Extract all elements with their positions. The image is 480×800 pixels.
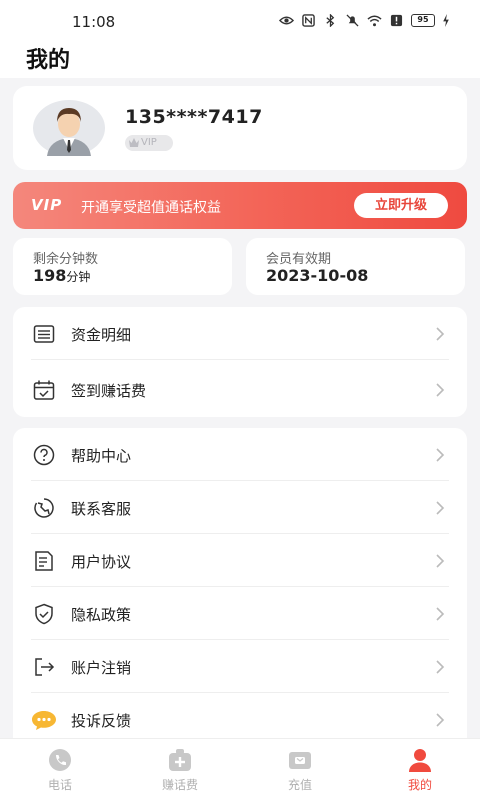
crown-icon [129,138,139,147]
vip-badge: VIP [125,135,173,151]
menu-item-privacy-policy[interactable]: 隐私政策 [13,587,467,640]
tab-label: 我的 [407,778,432,792]
profile-card[interactable]: 135****7417 VIP [13,86,467,170]
wifi-icon [367,15,382,27]
vip-logo: VIP [31,196,63,214]
logout-icon [35,658,55,676]
menu-label: 投诉反馈 [71,712,132,730]
minutes-unit: 分钟 [66,270,91,284]
minutes-card: 剩余分钟数 198分钟 [13,238,232,295]
menu-item-checkin[interactable]: 签到赚话费 [13,363,467,416]
wallet-icon [289,752,311,769]
menu-label: 资金明细 [71,326,132,344]
chevron-right-icon [436,448,445,462]
mute-icon [346,14,359,27]
alert-icon [390,14,403,27]
bag-icon [169,749,191,771]
tab-phone[interactable]: 电话 [0,739,120,800]
document-icon [35,551,53,571]
minutes-label: 剩余分钟数 [33,252,99,267]
status-time: 11:08 [72,13,116,31]
chevron-right-icon [436,501,445,515]
tab-earn[interactable]: 赚话费 [120,739,240,800]
vip-banner-text: 开通享受超值通话权益 [81,200,221,216]
upgrade-button[interactable]: 立即升级 [354,193,448,218]
vip-badge-label: VIP [141,137,157,148]
ledger-icon [33,325,55,343]
customer-service-icon [34,498,54,518]
tab-mine[interactable]: 我的 [360,739,480,800]
menu-group-finance: 资金明细 签到赚话费 [13,307,467,417]
minutes-value-line: 198分钟 [33,266,90,285]
charging-icon [443,14,449,27]
chevron-right-icon [436,554,445,568]
menu-label: 账户注销 [71,659,132,677]
menu-item-user-agreement[interactable]: 用户协议 [13,534,467,587]
user-icon [409,749,431,772]
chevron-right-icon [436,607,445,621]
menu-item-help-center[interactable]: 帮助中心 [13,428,467,481]
status-bar: 11:08 95 [0,0,480,42]
tab-label: 电话 [47,778,72,792]
tab-recharge[interactable]: 充值 [240,739,360,800]
menu-group-support: 帮助中心 联系客服 用户协议 隐私政策 账户注销 投诉反馈 [13,428,467,758]
menu-label: 隐私政策 [71,606,132,624]
chevron-right-icon [436,327,445,341]
tab-label: 赚话费 [161,778,198,792]
expiry-value: 2023-10-08 [266,266,369,285]
menu-item-account-deletion[interactable]: 账户注销 [13,640,467,693]
shield-icon [35,603,53,625]
chevron-right-icon [436,383,445,397]
tab-label: 充值 [287,778,312,792]
nfc-icon [302,14,315,27]
vip-banner[interactable]: VIP 开通享受超值通话权益 立即升级 [13,182,467,229]
status-icons: 95 [279,14,450,27]
bluetooth-icon [326,14,335,27]
calendar-check-icon [33,380,55,400]
menu-label: 用户协议 [71,553,132,571]
menu-label: 签到赚话费 [71,382,147,400]
avatar[interactable] [33,100,105,156]
divider [31,359,449,360]
expiry-card: 会员有效期 2023-10-08 [246,238,465,295]
eye-icon [279,16,294,25]
menu-label: 联系客服 [71,500,132,518]
menu-label: 帮助中心 [71,447,132,465]
bottom-tab-bar: 电话 赚话费 充值 我的 [0,738,480,800]
menu-item-fund-details[interactable]: 资金明细 [13,307,467,360]
page-title: 我的 [26,48,71,73]
chevron-right-icon [436,713,445,727]
help-icon [33,444,55,466]
phone-number: 135****7417 [125,106,263,128]
chat-bubble-icon [32,711,56,730]
battery-icon: 95 [411,14,435,27]
minutes-value: 198 [33,266,67,285]
menu-item-contact-service[interactable]: 联系客服 [13,481,467,534]
chevron-right-icon [436,660,445,674]
expiry-label: 会员有效期 [266,252,332,267]
phone-icon [49,749,71,771]
header: 我的 [0,42,480,78]
